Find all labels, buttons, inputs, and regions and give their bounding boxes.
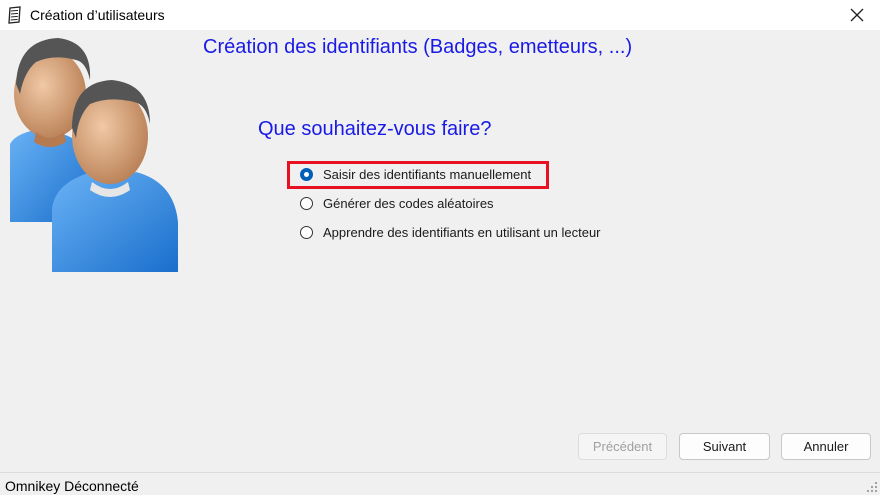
notepad-icon — [8, 6, 21, 24]
option-random-codes[interactable]: Générer des codes aléatoires — [300, 193, 494, 213]
page-title: Création des identifiants (Badges, emett… — [203, 36, 633, 58]
option-label: Apprendre des identifiants en utilisant … — [323, 224, 601, 240]
close-button[interactable] — [834, 0, 880, 30]
window-title: Création d’utilisateurs — [30, 7, 165, 23]
close-icon — [850, 8, 864, 22]
option-learn-with-reader[interactable]: Apprendre des identifiants en utilisant … — [300, 222, 601, 242]
cancel-button[interactable]: Annuler — [781, 433, 871, 460]
resize-grip-icon[interactable] — [866, 481, 878, 493]
status-bar: Omnikey Déconnecté — [0, 472, 880, 495]
radio-button[interactable] — [300, 225, 313, 239]
reader-status: Omnikey Déconnecté — [5, 478, 139, 494]
users-icon — [10, 38, 178, 272]
title-bar: Création d’utilisateurs — [0, 0, 880, 30]
radio-button[interactable] — [300, 196, 313, 210]
option-label: Générer des codes aléatoires — [323, 195, 494, 211]
previous-button[interactable]: Précédent — [578, 433, 667, 460]
radio-button-selected[interactable] — [300, 167, 313, 181]
option-label: Saisir des identifiants manuellement — [323, 166, 532, 182]
question-heading: Que souhaitez-vous faire? — [258, 118, 492, 140]
option-manual-entry[interactable]: Saisir des identifiants manuellement — [300, 164, 531, 184]
next-button[interactable]: Suivant — [679, 433, 770, 460]
